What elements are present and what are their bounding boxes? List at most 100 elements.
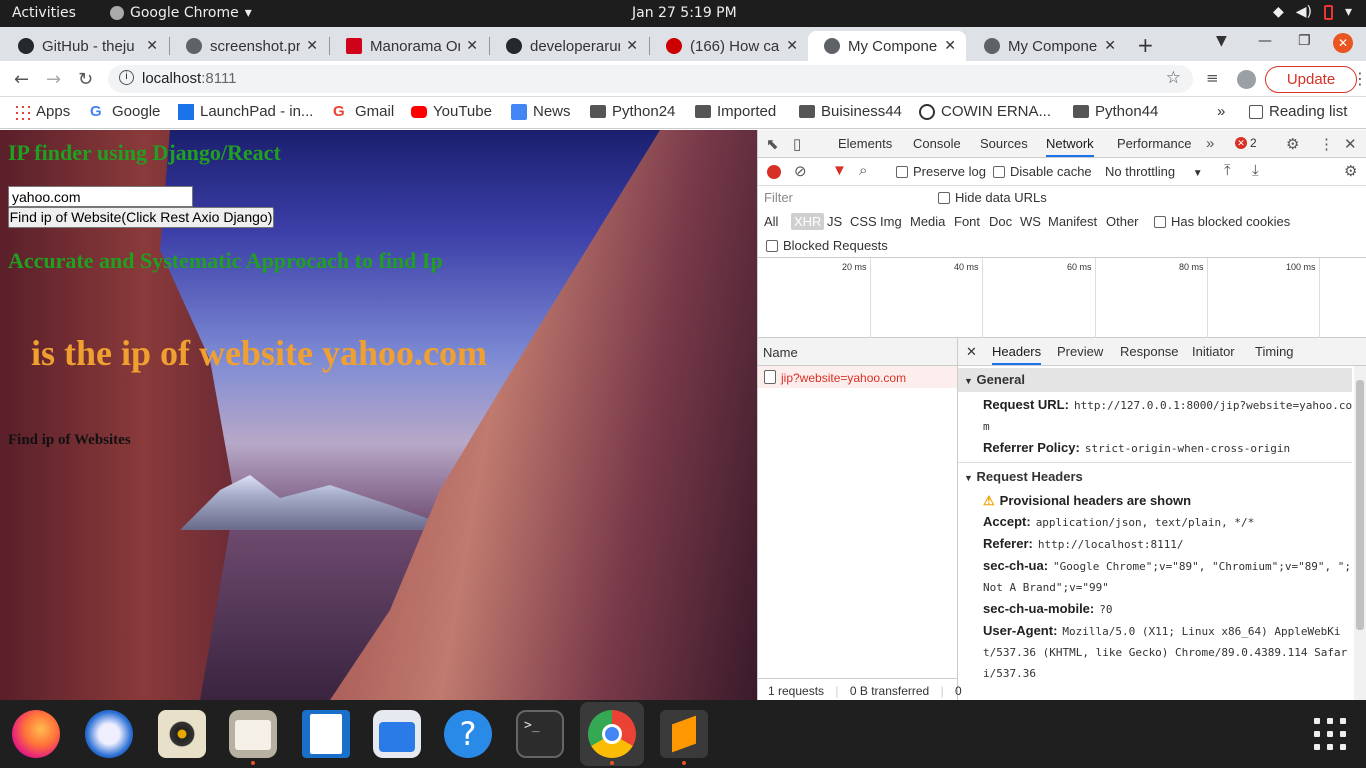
close-devtools-icon[interactable]: ✕ — [1344, 135, 1357, 153]
writer-icon[interactable] — [302, 710, 350, 758]
request-headers-section-header[interactable]: ▼ Request Headers — [958, 465, 1352, 489]
close-tab-icon[interactable]: ✕ — [626, 38, 638, 54]
sublime-icon[interactable] — [660, 710, 708, 758]
new-tab-icon[interactable]: + — [1137, 33, 1154, 57]
tab-manorama[interactable]: Manorama Or ✕ — [330, 31, 488, 61]
type-media[interactable]: Media — [910, 214, 945, 229]
rhythmbox-icon[interactable] — [158, 710, 206, 758]
tab-screenshot[interactable]: screenshot.pr ✕ — [170, 31, 328, 61]
import-har-icon[interactable]: ⤒ — [1224, 162, 1231, 179]
software-icon[interactable] — [373, 710, 421, 758]
tab-elements[interactable]: Elements — [838, 136, 892, 151]
help-icon[interactable]: ? — [444, 710, 492, 758]
close-tab-icon[interactable]: ✕ — [944, 38, 956, 54]
close-detail-icon[interactable]: ✕ — [966, 344, 977, 360]
name-column-header[interactable]: Name — [758, 338, 957, 366]
address-bar[interactable]: i localhost:8111 ☆ — [108, 65, 1193, 93]
hide-data-urls-checkbox[interactable]: Hide data URLs — [938, 190, 1047, 205]
tab-sources[interactable]: Sources — [980, 136, 1028, 151]
tab-response[interactable]: Response — [1120, 344, 1179, 359]
bookmark-launchpad[interactable]: LaunchPad - in... — [178, 103, 313, 120]
bookmark-google[interactable]: G Google — [90, 103, 160, 120]
close-tab-icon[interactable]: ✕ — [466, 38, 478, 54]
type-xhr[interactable]: XHR — [791, 213, 825, 230]
terminal-icon[interactable]: >_ — [516, 710, 564, 758]
bookmark-gmail[interactable]: G Gmail — [333, 103, 394, 120]
profile-avatar-icon[interactable] — [1237, 70, 1256, 89]
filter-icon[interactable]: ▼ — [832, 162, 847, 179]
files-icon[interactable] — [229, 710, 277, 758]
throttling-select[interactable]: No throttling ▼ — [1105, 164, 1203, 179]
record-icon[interactable] — [767, 165, 781, 179]
network-settings-icon[interactable]: ⚙ — [1344, 162, 1357, 180]
general-section-header[interactable]: ▼ General — [958, 368, 1352, 392]
type-css[interactable]: CSS — [850, 214, 877, 229]
reading-list-button[interactable]: Reading list — [1249, 103, 1347, 120]
type-font[interactable]: Font — [954, 214, 980, 229]
tab-my-component-active[interactable]: My Componen ✕ — [808, 31, 966, 61]
tab-developerarun[interactable]: developerarun ✕ — [490, 31, 648, 61]
device-toolbar-icon[interactable]: ▯ — [793, 135, 801, 153]
tab-my-component[interactable]: My Componen ✕ — [968, 31, 1126, 61]
bookmark-cowin[interactable]: COWIN ERNA... — [919, 103, 1051, 120]
tab-network[interactable]: Network — [1046, 136, 1094, 157]
tab-headers[interactable]: Headers — [992, 344, 1042, 365]
type-ws[interactable]: WS — [1020, 214, 1041, 229]
thunderbird-icon[interactable] — [85, 710, 133, 758]
export-har-icon[interactable]: ⤓ — [1252, 162, 1259, 179]
chrome-icon[interactable] — [588, 710, 636, 758]
tab-performance[interactable]: Performance — [1117, 136, 1191, 151]
close-tab-icon[interactable]: ✕ — [146, 38, 158, 54]
reload-icon[interactable]: ↻ — [78, 69, 93, 90]
type-other[interactable]: Other — [1106, 214, 1139, 229]
close-tab-icon[interactable]: ✕ — [1104, 38, 1116, 54]
minimize-icon[interactable]: — — [1258, 33, 1272, 49]
app-menu[interactable]: Google Chrome ▾ — [110, 5, 252, 21]
close-tab-icon[interactable]: ✕ — [306, 38, 318, 54]
preserve-log-checkbox[interactable]: Preserve log — [896, 164, 986, 179]
maximize-icon[interactable]: ❐ — [1298, 33, 1311, 49]
filter-input[interactable]: Filter — [764, 190, 793, 205]
info-icon[interactable]: i — [119, 70, 134, 85]
activities-button[interactable]: Activities — [12, 5, 76, 21]
disable-cache-checkbox[interactable]: Disable cache — [993, 164, 1092, 179]
detail-scrollbar[interactable] — [1354, 366, 1366, 700]
request-row[interactable]: jip?website=yahoo.com — [758, 366, 957, 388]
bookmark-star-icon[interactable]: ☆ — [1166, 68, 1181, 88]
blocked-requests-checkbox[interactable]: Blocked Requests — [766, 238, 888, 253]
type-js[interactable]: JS — [827, 214, 842, 229]
tab-github[interactable]: GitHub - theju ✕ — [2, 31, 168, 61]
bookmark-youtube[interactable]: YouTube — [411, 103, 492, 120]
close-tab-icon[interactable]: ✕ — [786, 38, 798, 54]
bookmark-imported[interactable]: Imported — [695, 103, 776, 120]
chrome-menu-icon[interactable]: ⋮ — [1352, 69, 1366, 88]
error-count-badge[interactable]: ✕ 2 — [1235, 136, 1257, 150]
network-overview-timeline[interactable]: 20 ms 40 ms 60 ms 80 ms 100 ms — [758, 258, 1366, 338]
type-manifest[interactable]: Manifest — [1048, 214, 1097, 229]
tab-console[interactable]: Console — [913, 136, 961, 151]
back-icon[interactable]: ← — [14, 69, 29, 90]
inspect-element-icon[interactable]: ⬉ — [766, 135, 779, 153]
find-ip-button[interactable]: Find ip of Website(Click Rest Axio Djang… — [8, 207, 274, 228]
bookmark-python44[interactable]: Python44 — [1073, 103, 1158, 120]
bookmark-python24[interactable]: Python24 — [590, 103, 675, 120]
search-icon[interactable]: ⌕ — [859, 162, 867, 179]
media-queue-icon[interactable]: ≡ — [1206, 69, 1219, 87]
clock[interactable]: Jan 27 5:19 PM — [632, 5, 737, 21]
tab-preview[interactable]: Preview — [1057, 344, 1103, 359]
devtools-menu-icon[interactable]: ⋮ — [1319, 135, 1334, 153]
update-button[interactable]: Update — [1265, 66, 1357, 93]
settings-gear-icon[interactable]: ⚙ — [1286, 135, 1299, 153]
more-bookmarks-icon[interactable]: » — [1217, 103, 1225, 120]
show-applications-icon[interactable] — [1314, 718, 1346, 750]
type-all[interactable]: All — [764, 214, 778, 229]
type-img[interactable]: Img — [880, 214, 902, 229]
type-doc[interactable]: Doc — [989, 214, 1012, 229]
bookmark-apps[interactable]: Apps — [14, 103, 70, 120]
close-window-icon[interactable]: ✕ — [1333, 33, 1353, 53]
tab-quora[interactable]: (166) How can ✕ — [650, 31, 808, 61]
forward-icon[interactable]: → — [46, 69, 61, 90]
firefox-icon[interactable] — [12, 710, 60, 758]
scrollbar-thumb[interactable] — [1356, 380, 1364, 630]
clear-icon[interactable]: ⊘ — [794, 162, 807, 180]
